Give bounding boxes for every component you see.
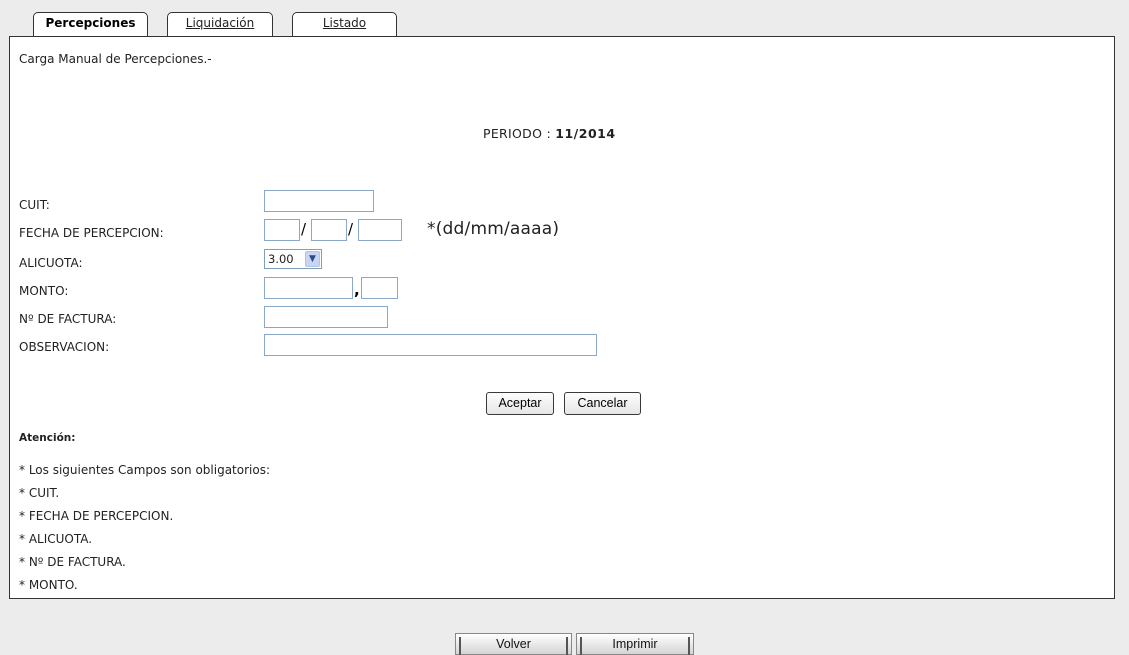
tab-listado[interactable]: Listado — [292, 12, 397, 36]
fecha-year-input[interactable] — [358, 219, 402, 241]
tab-percepciones[interactable]: Percepciones — [33, 12, 148, 36]
fecha-separator: / — [301, 220, 307, 238]
fecha-day-input[interactable] — [264, 219, 300, 241]
fecha-separator: / — [348, 220, 354, 238]
print-button[interactable]: Imprimir — [576, 633, 694, 655]
periodo-value: 11/2014 — [555, 126, 616, 141]
notice-line: * MONTO. — [19, 578, 78, 592]
notice-line: * ALICUOTA. — [19, 532, 93, 546]
cuit-input[interactable] — [264, 190, 374, 212]
fecha-format-hint: *(dd/mm/aaaa) — [427, 219, 560, 239]
main-panel: Carga Manual de Percepciones.- PERIODO :… — [9, 36, 1115, 599]
periodo: PERIODO : 11/2014 — [483, 126, 616, 141]
factura-input[interactable] — [264, 306, 388, 328]
alicuota-select[interactable]: 3.00 ▼ — [264, 249, 322, 269]
periodo-label: PERIODO : — [483, 126, 551, 141]
monto-integer-input[interactable] — [264, 277, 353, 299]
cuit-label: CUIT: — [19, 198, 50, 212]
tab-liquidacion[interactable]: Liquidación — [167, 12, 273, 36]
factura-label: Nº DE FACTURA: — [19, 312, 117, 326]
notice-line: * Los siguientes Campos son obligatorios… — [19, 463, 270, 477]
observacion-label: OBSERVACION: — [19, 340, 110, 354]
monto-decimal-separator: , — [354, 281, 360, 299]
chevron-down-icon[interactable]: ▼ — [305, 251, 320, 267]
notice-line: * FECHA DE PERCEPCION. — [19, 509, 174, 523]
alicuota-selected-value: 3.00 — [268, 252, 294, 266]
back-button[interactable]: Volver — [455, 633, 572, 655]
cancel-button[interactable]: Cancelar — [564, 392, 641, 415]
notice-title: Atención: — [19, 432, 76, 444]
alicuota-label: ALICUOTA: — [19, 256, 83, 270]
notice-line: * CUIT. — [19, 486, 60, 500]
observacion-input[interactable] — [264, 334, 597, 356]
monto-decimal-input[interactable] — [361, 277, 398, 299]
page-title: Carga Manual de Percepciones.- — [19, 52, 212, 66]
fecha-label: FECHA DE PERCEPCION: — [19, 226, 164, 240]
notice-line: * Nº DE FACTURA. — [19, 555, 126, 569]
fecha-month-input[interactable] — [311, 219, 347, 241]
monto-label: MONTO: — [19, 284, 69, 298]
accept-button[interactable]: Aceptar — [486, 392, 554, 415]
